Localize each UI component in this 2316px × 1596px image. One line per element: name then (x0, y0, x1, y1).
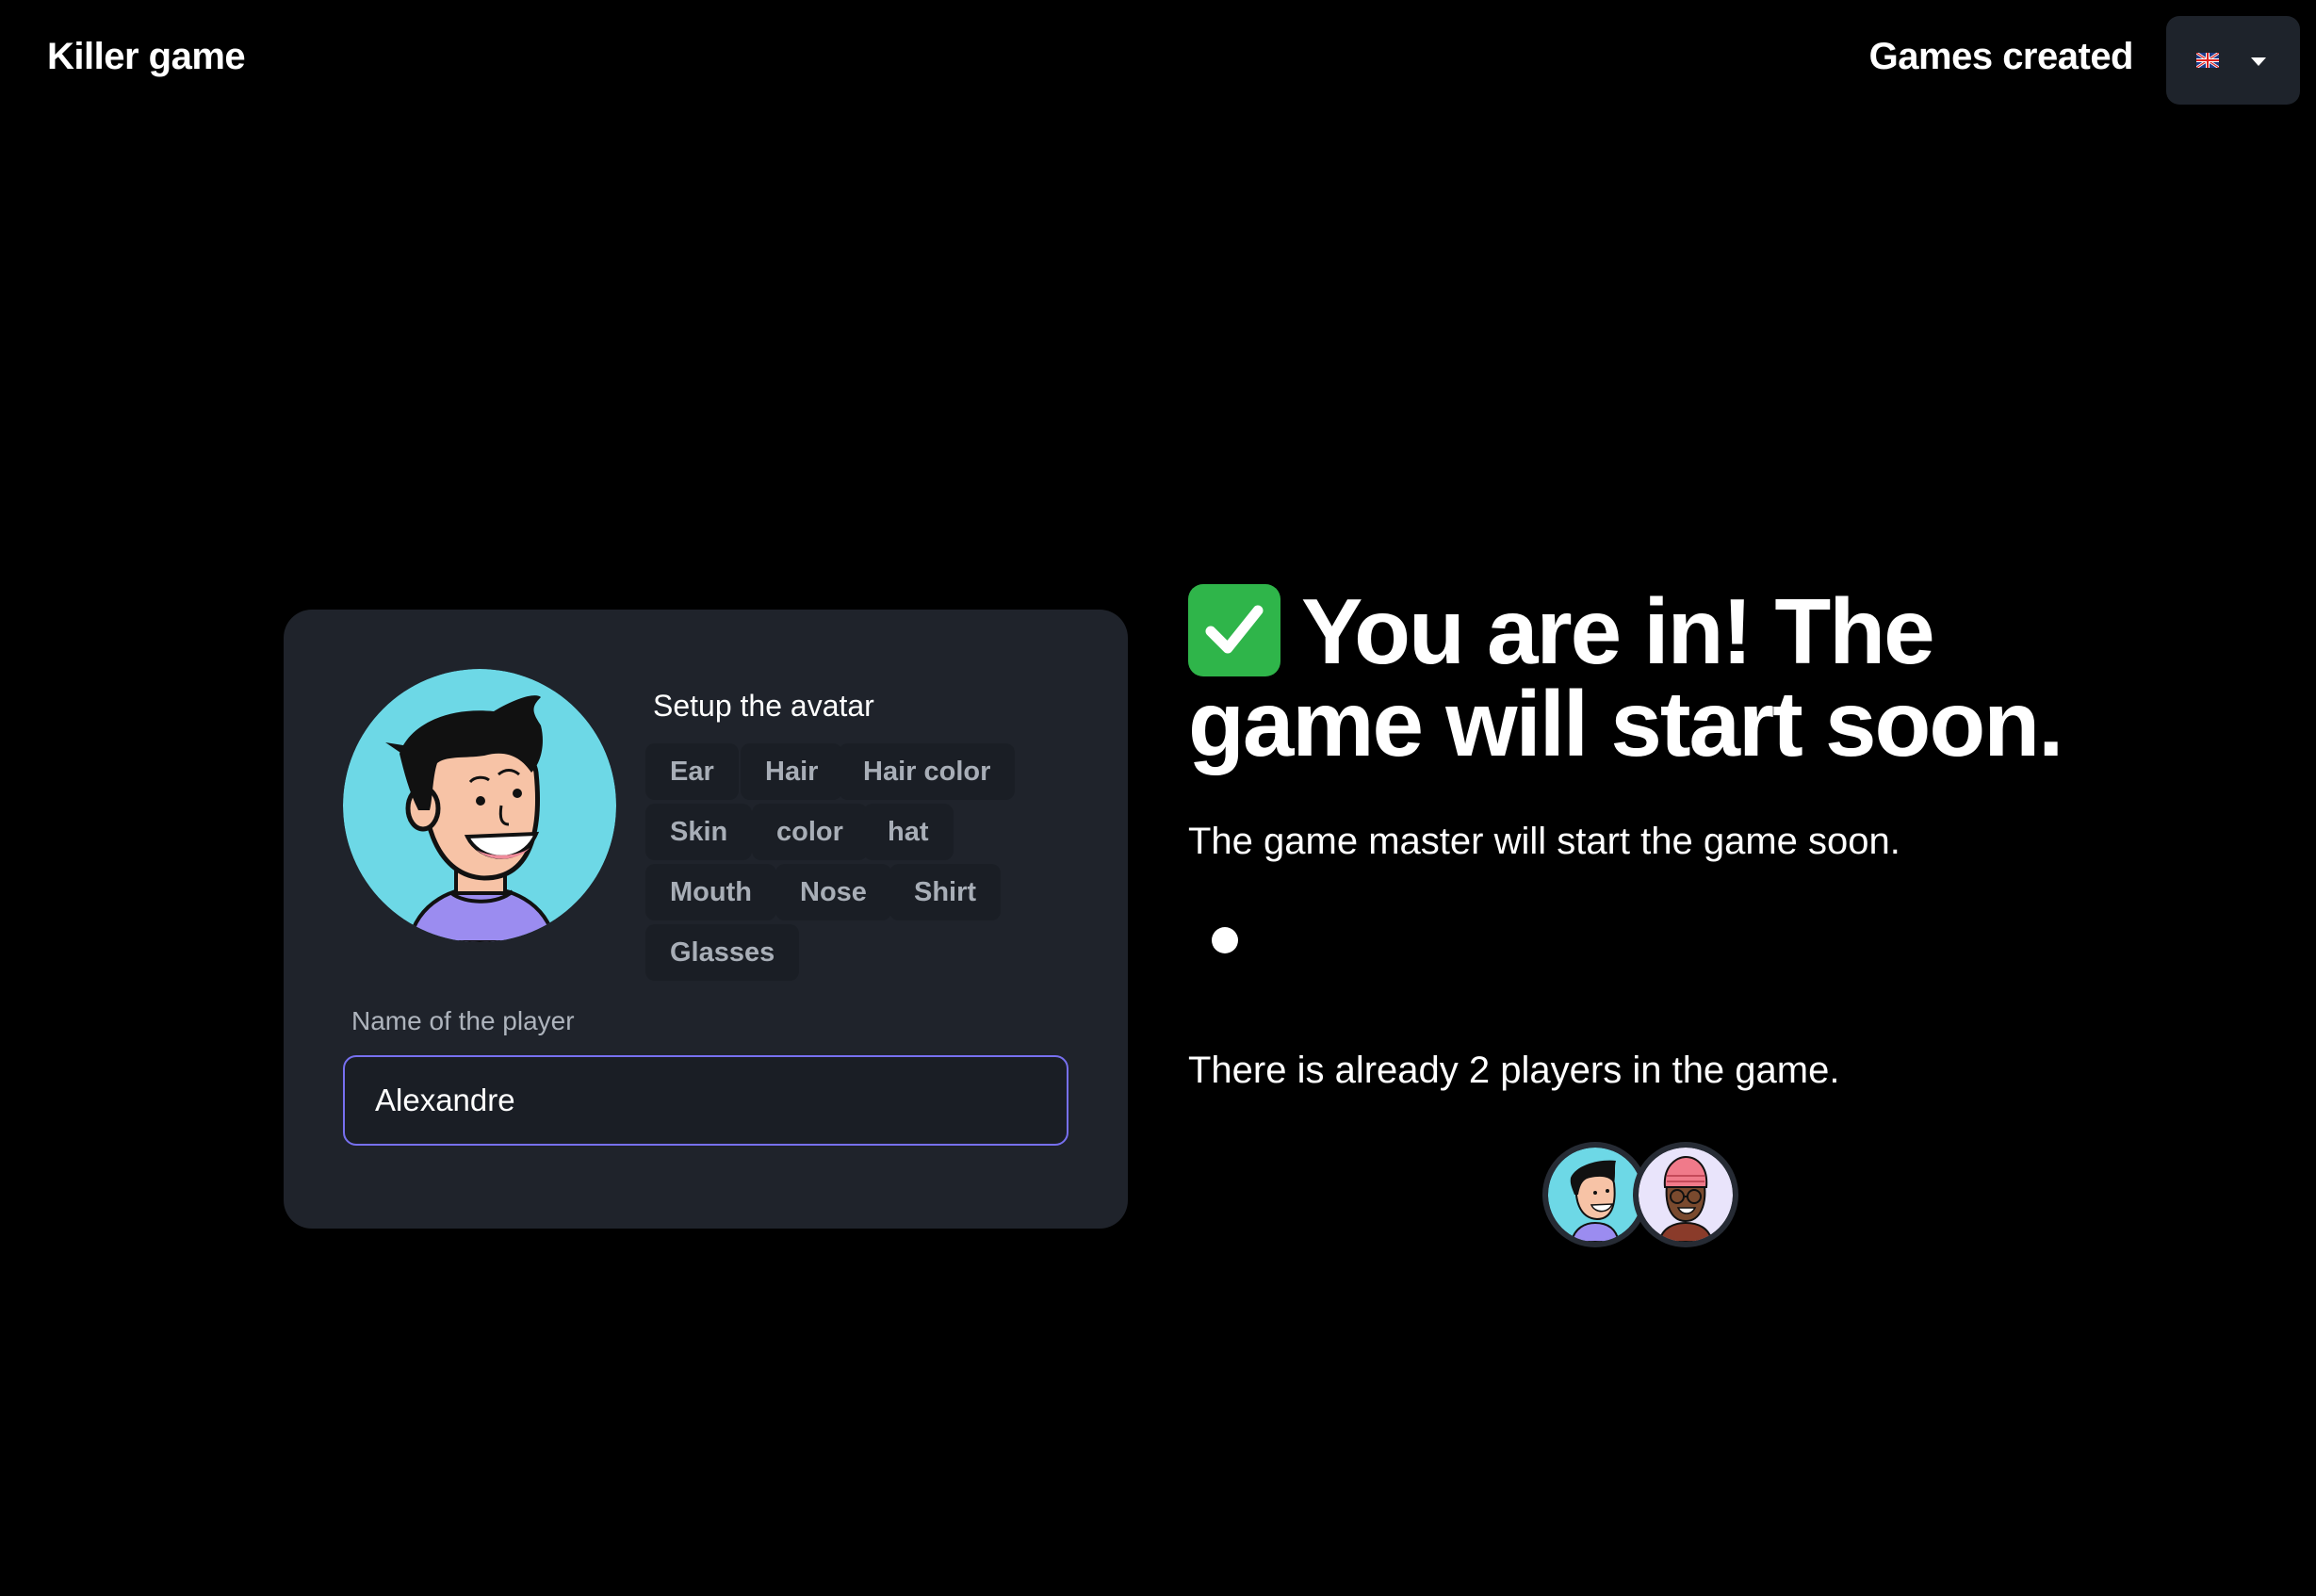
uk-flag-icon (2196, 53, 2219, 68)
loading-indicator (1212, 927, 1238, 953)
player-name-input[interactable] (343, 1055, 1068, 1146)
status-headline: You are in! The game will start soon. (1188, 584, 2130, 770)
avatar-setup-title: Setup the avatar (653, 689, 874, 723)
status-headline-text: You are in! The game will start soon. (1188, 579, 2063, 775)
option-mouth-button[interactable]: Mouth (645, 864, 776, 920)
player-name-label: Name of the player (351, 1006, 575, 1035)
option-glasses-button[interactable]: Glasses (645, 924, 800, 981)
players-count-text: There is already 2 players in the game. (1188, 1050, 1840, 1091)
games-created-link[interactable]: Games created (1869, 36, 2134, 78)
option-nose-button[interactable]: Nose (775, 864, 891, 920)
language-dropdown[interactable] (2166, 16, 2300, 105)
option-hair-button[interactable]: Hair (741, 743, 843, 800)
navbar: Killer game Games created (0, 0, 2316, 121)
brand-link[interactable]: Killer game (47, 36, 246, 78)
option-hair-color-button[interactable]: Hair color (839, 743, 1016, 800)
option-skin-button[interactable]: Skin (645, 804, 753, 860)
player-avatar (343, 669, 616, 942)
player-card: Setup the avatar Ear Hair Hair color Ski… (284, 610, 1128, 1229)
option-color-button[interactable]: color (752, 804, 868, 860)
check-mark-icon (1188, 584, 1280, 676)
option-ear-button[interactable]: Ear (645, 743, 739, 800)
option-shirt-button[interactable]: Shirt (889, 864, 1002, 920)
player-avatar-2 (1633, 1142, 1738, 1247)
status-subtitle: The game master will start the game soon… (1188, 821, 1900, 862)
chevron-down-icon (2251, 57, 2266, 66)
option-hat-button[interactable]: hat (863, 804, 954, 860)
